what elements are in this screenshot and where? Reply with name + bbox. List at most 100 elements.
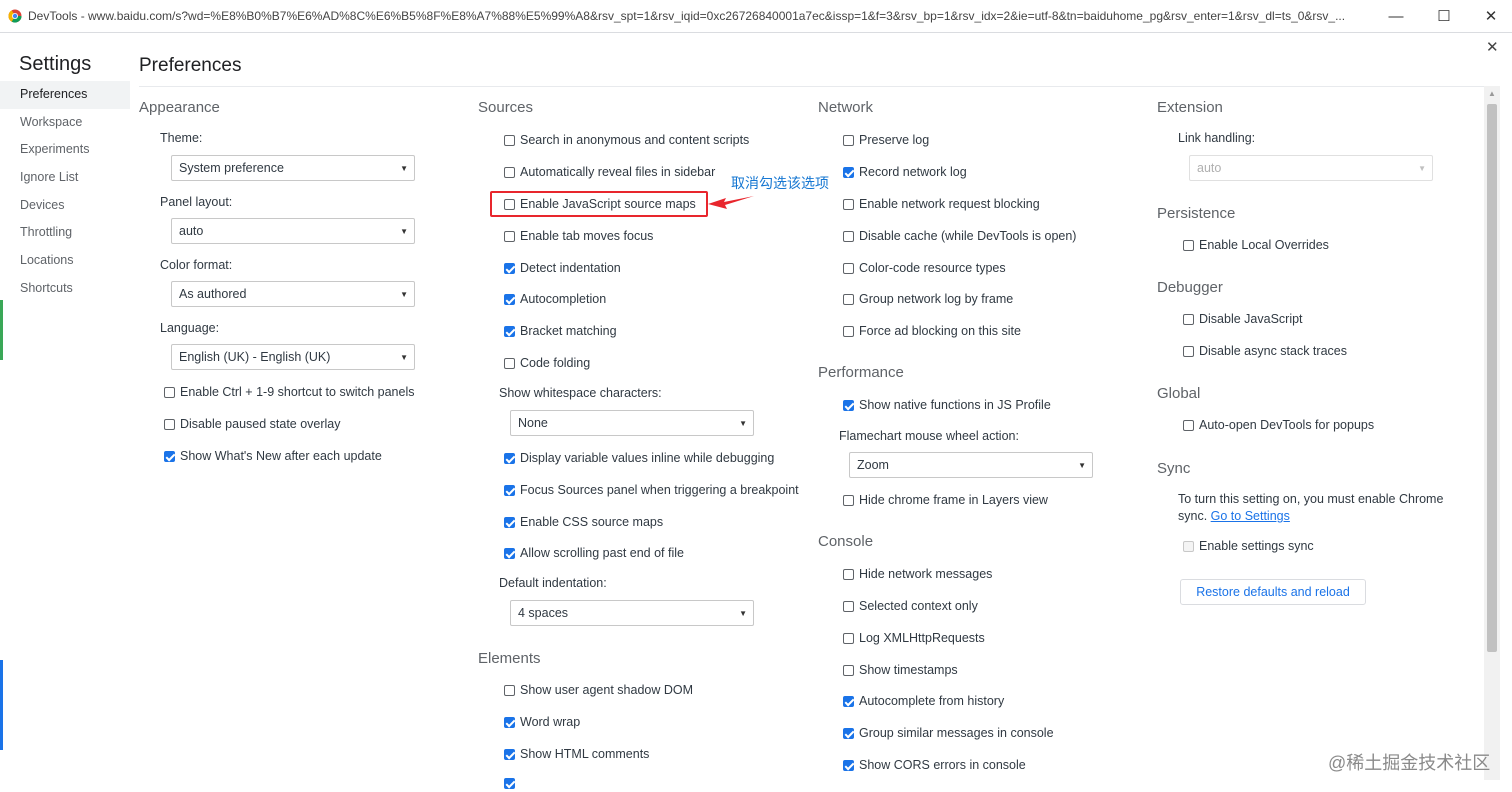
scrollbar-thumb[interactable] (1487, 104, 1497, 652)
indentation-select[interactable]: 4 spaces ▼ (510, 600, 754, 626)
nav-item-devices[interactable]: Devices (0, 192, 130, 220)
checkbox-record-network-log[interactable]: Record network log (843, 164, 967, 180)
nav-item-workspace[interactable]: Workspace (0, 109, 130, 137)
section-title-extension: Extension (1157, 99, 1223, 116)
vertical-scrollbar[interactable]: ▲ (1484, 86, 1500, 780)
flamechart-select[interactable]: Zoom ▼ (849, 452, 1093, 478)
sync-description-prefix: sync. (1178, 509, 1211, 523)
section-title-performance: Performance (818, 364, 904, 381)
checkbox-request-blocking[interactable]: Enable network request blocking (843, 196, 1040, 212)
color-format-select[interactable]: As authored ▼ (171, 281, 415, 307)
section-title-global: Global (1157, 385, 1201, 402)
checkbox-autocompletion[interactable]: Autocompletion (504, 291, 606, 307)
checkbox-preserve-log[interactable]: Preserve log (843, 132, 929, 148)
indentation-label: Default indentation: (499, 576, 607, 590)
checkbox-autocomplete-history[interactable]: Autocomplete from history (843, 693, 1004, 709)
checkbox-focus-sources[interactable]: Focus Sources panel when triggering a br… (504, 482, 799, 498)
checkbox-css-source-maps[interactable]: Enable CSS source maps (504, 514, 663, 530)
checkbox-html-comments[interactable]: Show HTML comments (504, 746, 649, 762)
link-handling-select[interactable]: auto ▼ (1189, 155, 1433, 181)
whitespace-select[interactable]: None ▼ (510, 410, 754, 436)
section-title-elements: Elements (478, 650, 541, 667)
checkbox-tab-moves-focus[interactable]: Enable tab moves focus (504, 228, 653, 244)
checkbox-force-ad-blocking[interactable]: Force ad blocking on this site (843, 323, 1021, 339)
checkbox-label: Preserve log (859, 133, 930, 147)
scroll-up-icon[interactable]: ▲ (1484, 86, 1500, 102)
dropdown-arrow-icon: ▼ (1078, 461, 1086, 470)
checkbox-label: Code folding (520, 356, 591, 370)
checkbox-label: Focus Sources panel when triggering a br… (520, 483, 799, 497)
checkbox-checked-icon (504, 484, 515, 496)
checkbox-cors-errors[interactable]: Show CORS errors in console (843, 757, 1026, 773)
checkbox-scroll-past-end[interactable]: Allow scrolling past end of file (504, 545, 684, 561)
checkbox-hide-chrome-frame[interactable]: Hide chrome frame in Layers view (843, 492, 1048, 508)
checkbox-hide-network-messages[interactable]: Hide network messages (843, 566, 992, 582)
checkbox-color-code[interactable]: Color-code resource types (843, 260, 1006, 276)
checkbox-unchecked-icon (843, 230, 854, 242)
close-window-button[interactable]: ✕ (1481, 6, 1501, 26)
nav-item-throttling[interactable]: Throttling (0, 219, 130, 247)
checkbox-label: Hide network messages (859, 567, 993, 581)
checkbox-ctrl-shortcut[interactable]: Enable Ctrl + 1-9 shortcut to switch pan… (164, 384, 415, 400)
checkbox-detect-indentation[interactable]: Detect indentation (504, 260, 621, 276)
checkbox-label: Enable Local Overrides (1199, 238, 1329, 252)
checkbox-shadow-dom[interactable]: Show user agent shadow DOM (504, 682, 693, 698)
go-to-settings-link[interactable]: Go to Settings (1211, 509, 1290, 523)
checkbox-label: Autocompletion (520, 292, 607, 306)
checkbox-group-similar[interactable]: Group similar messages in console (843, 725, 1054, 741)
checkbox-disable-cache[interactable]: Disable cache (while DevTools is open) (843, 228, 1076, 244)
checkbox-label: Show native functions in JS Profile (859, 398, 1051, 412)
checkbox-reveal-files[interactable]: Automatically reveal files in sidebar (504, 164, 715, 180)
restore-defaults-button[interactable]: Restore defaults and reload (1180, 579, 1366, 605)
checkbox-disable-async-traces[interactable]: Disable async stack traces (1183, 343, 1347, 359)
checkbox-disabled-icon (1183, 540, 1194, 552)
checkbox-inline-values[interactable]: Display variable values inline while deb… (504, 450, 774, 466)
nav-item-shortcuts[interactable]: Shortcuts (0, 275, 130, 303)
checkbox-checked-icon (504, 716, 515, 728)
theme-value: System preference (179, 161, 284, 175)
language-select[interactable]: English (UK) - English (UK) ▼ (171, 344, 415, 370)
nav-item-ignore-list[interactable]: Ignore List (0, 164, 130, 192)
checkbox-unchecked-icon (843, 600, 854, 612)
checkbox-log-xhr[interactable]: Log XMLHttpRequests (843, 630, 985, 646)
checkbox-code-folding[interactable]: Code folding (504, 355, 590, 371)
nav-item-preferences[interactable]: Preferences (0, 81, 130, 109)
checkbox-bracket-matching[interactable]: Bracket matching (504, 323, 617, 339)
checkbox-checked-icon (843, 399, 854, 411)
chrome-icon (8, 9, 22, 23)
checkbox-label: Allow scrolling past end of file (520, 546, 684, 560)
checkbox-unchecked-icon (1183, 239, 1194, 251)
background-window-edge (0, 660, 3, 750)
checkbox-label: Color-code resource types (859, 261, 1006, 275)
checkbox-label: Enable settings sync (1199, 539, 1314, 553)
checkbox-native-functions[interactable]: Show native functions in JS Profile (843, 397, 1051, 413)
checkbox-disable-javascript[interactable]: Disable JavaScript (1183, 311, 1303, 327)
checkbox-disable-paused-overlay[interactable]: Disable paused state overlay (164, 416, 341, 432)
checkbox-word-wrap[interactable]: Word wrap (504, 714, 580, 730)
minimize-button[interactable]: — (1386, 6, 1406, 26)
checkbox-label: Enable CSS source maps (520, 515, 664, 529)
checkbox-whats-new[interactable]: Show What's New after each update (164, 448, 382, 464)
flamechart-label: Flamechart mouse wheel action: (839, 429, 1019, 443)
close-settings-button[interactable]: ✕ (1486, 38, 1499, 56)
nav-item-locations[interactable]: Locations (0, 247, 130, 275)
theme-select[interactable]: System preference ▼ (171, 155, 415, 181)
checkbox-group-by-frame[interactable]: Group network log by frame (843, 291, 1013, 307)
checkbox-selected-context[interactable]: Selected context only (843, 598, 978, 614)
nav-item-experiments[interactable]: Experiments (0, 136, 130, 164)
annotation-text: 取消勾选该选项 (731, 175, 829, 191)
checkbox-label: Show timestamps (859, 663, 958, 677)
checkbox-show-timestamps[interactable]: Show timestamps (843, 662, 958, 678)
checkbox-unchecked-icon (1183, 345, 1194, 357)
panel-layout-select[interactable]: auto ▼ (171, 218, 415, 244)
checkbox-unchecked-icon (843, 664, 854, 676)
checkbox-search-anonymous[interactable]: Search in anonymous and content scripts (504, 132, 749, 148)
color-format-label: Color format: (160, 258, 233, 272)
checkbox-auto-open-devtools[interactable]: Auto-open DevTools for popups (1183, 417, 1374, 433)
maximize-button[interactable]: ☐ (1434, 6, 1454, 26)
link-handling-value: auto (1197, 161, 1222, 175)
checkbox-unchecked-icon (164, 418, 175, 430)
checkbox-local-overrides[interactable]: Enable Local Overrides (1183, 237, 1329, 253)
checkbox-label: Auto-open DevTools for popups (1199, 418, 1375, 432)
checkbox-partially-visible[interactable] (504, 777, 520, 789)
